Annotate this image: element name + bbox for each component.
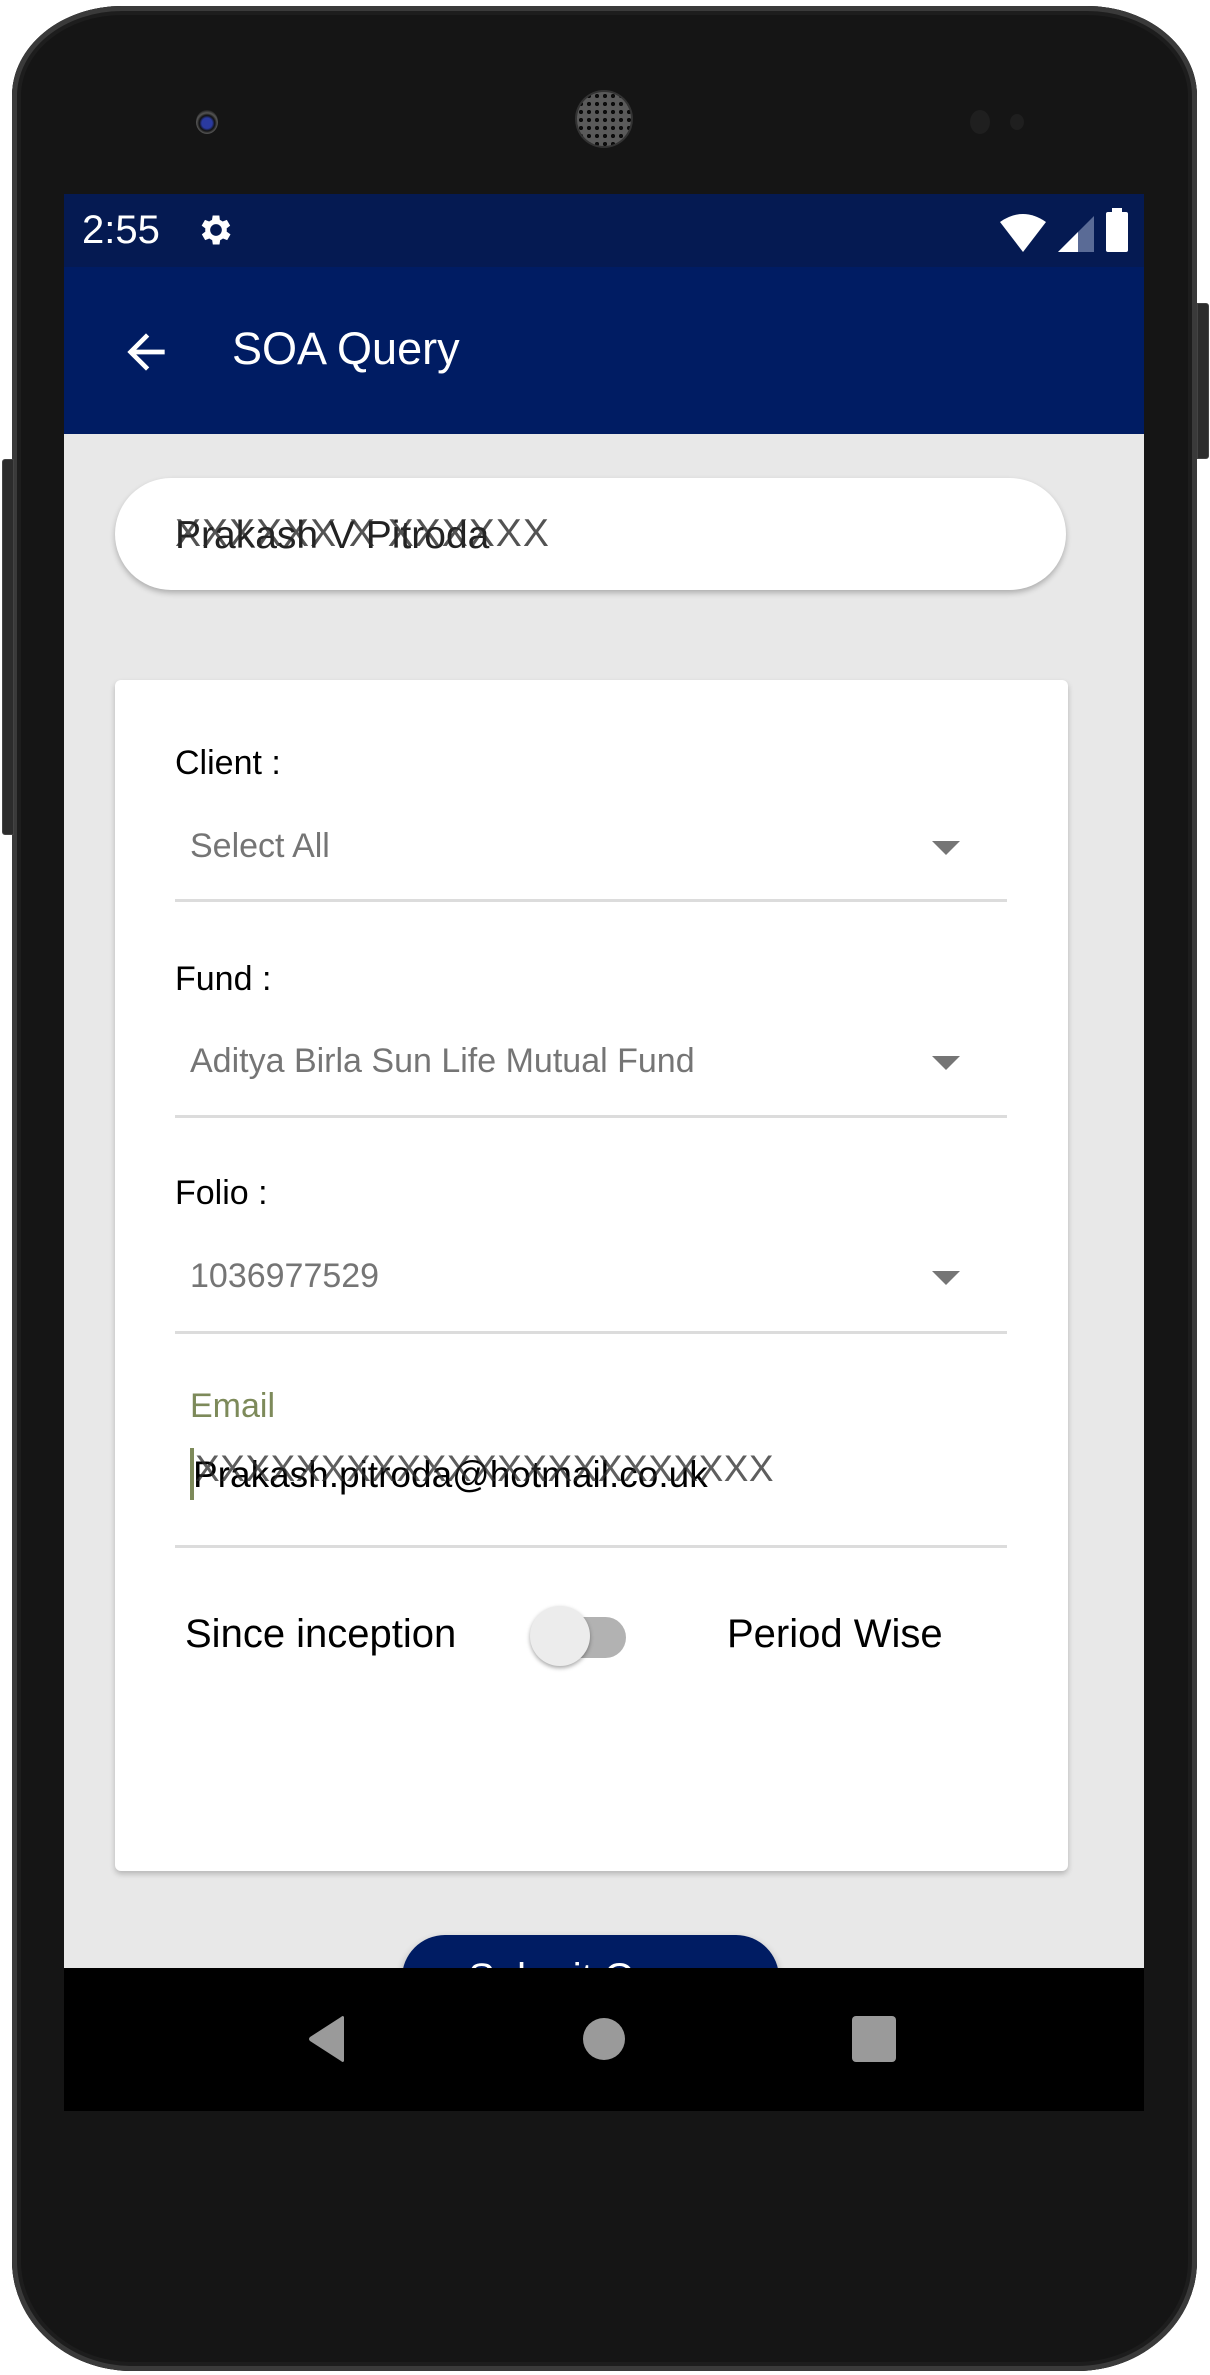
light-sensor	[1010, 114, 1024, 130]
client-dropdown[interactable]: Select All	[175, 805, 1007, 885]
settings-icon	[201, 215, 231, 245]
divider	[175, 1115, 1007, 1118]
volume-button	[2, 459, 14, 835]
status-bar: 2:55	[64, 194, 1144, 267]
dropdown-arrow-icon	[932, 1271, 960, 1285]
email-input[interactable]: Prakash.pitroda@hotmail.co.uk XXXXXXXXXX…	[175, 1435, 1007, 1510]
dropdown-arrow-icon	[932, 1056, 960, 1070]
folio-label: Folio :	[175, 1174, 268, 1212]
folio-dropdown[interactable]: 1036977529	[175, 1235, 1007, 1315]
divider	[175, 899, 1007, 902]
wifi-icon	[1000, 214, 1046, 252]
divider	[175, 1545, 1007, 1548]
email-redaction: XXXXXXXXXXXXXXXXXXXXXXX	[195, 1448, 775, 1489]
period-wise-label: Period Wise	[727, 1612, 943, 1656]
divider	[175, 1331, 1007, 1334]
user-name-pill: Prakash V Pitroda XXXXXX X XXXXXX	[115, 478, 1066, 590]
power-button	[1197, 303, 1209, 459]
client-label: Client :	[175, 744, 281, 782]
dropdown-arrow-icon	[932, 841, 960, 855]
app-bar: SOA Query	[64, 267, 1144, 434]
front-camera	[196, 110, 218, 134]
screen: 2:55 SOA Query Prakash V Pitroda XXXXXX …	[64, 194, 1144, 2111]
nav-back-icon[interactable]	[304, 2014, 354, 2064]
proximity-sensor	[970, 110, 990, 134]
folio-value: 1036977529	[190, 1257, 380, 1295]
arrow-back-icon[interactable]	[118, 324, 174, 380]
status-icons	[1000, 208, 1128, 252]
fund-dropdown[interactable]: Aditya Birla Sun Life Mutual Fund	[175, 1020, 1007, 1100]
nav-home-icon[interactable]	[579, 2014, 629, 2064]
email-label: Email	[190, 1387, 276, 1425]
cellular-signal-icon	[1058, 216, 1094, 252]
fund-label: Fund :	[175, 960, 272, 998]
fund-value: Aditya Birla Sun Life Mutual Fund	[190, 1042, 695, 1080]
period-toggle-switch[interactable]	[530, 1604, 630, 1668]
page-title: SOA Query	[232, 323, 460, 374]
navigation-bar	[64, 1968, 1144, 2111]
since-inception-label: Since inception	[185, 1612, 457, 1656]
switch-thumb	[530, 1606, 590, 1666]
battery-icon	[1106, 208, 1128, 252]
user-name-redaction: XXXXXX X XXXXXX	[175, 512, 550, 555]
earpiece-speaker	[577, 92, 631, 146]
nav-recents-icon[interactable]	[848, 2014, 898, 2064]
client-value: Select All	[190, 827, 330, 865]
query-form-card: Client : Select All Fund : Aditya Birla …	[115, 680, 1068, 2021]
status-time: 2:55	[82, 208, 160, 252]
